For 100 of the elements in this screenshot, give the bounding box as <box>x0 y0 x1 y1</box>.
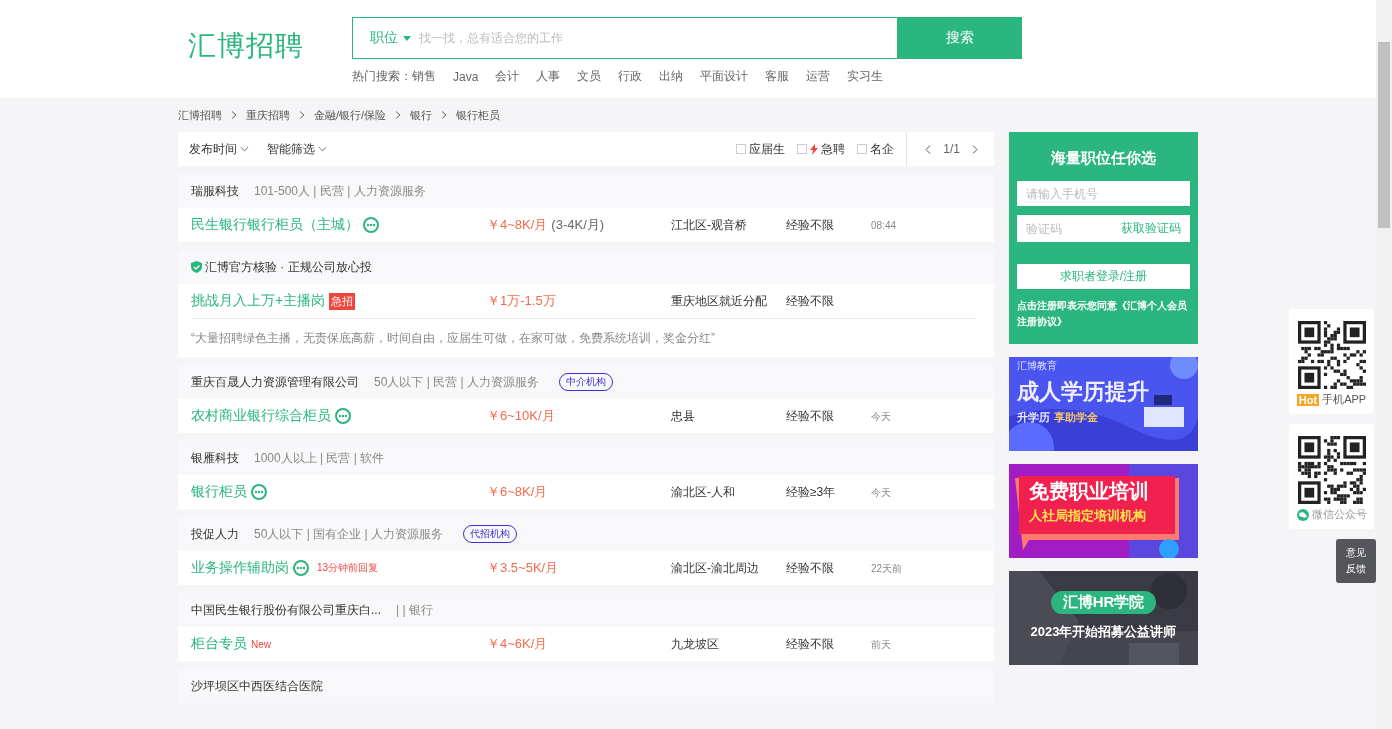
salary-note: (3-4K/月) <box>551 217 605 232</box>
company-info: 101-500人 | 民营 | 人力资源服务 <box>254 182 426 200</box>
company-info: 50人以下 | 民营 | 人力资源服务 <box>374 373 539 391</box>
page-indicator: 1/1 <box>943 142 960 156</box>
job-quote: “大量招聘绿色主播，无责保底高薪，时间自由，应届生可做，在家可做，免费系统培训，奖金分红” <box>191 330 716 347</box>
company-name[interactable]: 瑞服科技 <box>191 182 239 200</box>
experience: 经验不限 <box>786 293 834 308</box>
education-banner[interactable]: 汇博教育 成人学历提升 升学历 享助学金 <box>1009 357 1198 451</box>
chevron-icon <box>441 111 448 119</box>
hot-search-link[interactable]: 文员 <box>577 68 602 85</box>
experience: 经验不限 <box>786 408 834 423</box>
post-time: 今天 <box>871 410 891 422</box>
breadcrumb-link[interactable]: 汇博招聘 <box>178 107 222 123</box>
experience: 经验不限 <box>786 636 834 651</box>
next-page-icon[interactable] <box>972 144 978 154</box>
banner-headline: 成人学历提升 <box>1017 378 1150 406</box>
job-row[interactable]: 柜台专员 New ￥4~6K/月 九龙坡区 经验不限 前天 <box>178 627 994 661</box>
hot-search-link[interactable]: Java <box>453 69 479 84</box>
post-time: 08:44 <box>871 220 897 231</box>
job-row[interactable]: 农村商业银行综合柜员 ￥6~10K/月 忠县 经验不限 今天 <box>178 399 994 433</box>
verified-note: 汇博官方核验 · 正规公司放心投 <box>205 258 372 276</box>
post-time: 22天前 <box>871 562 903 574</box>
breadcrumb-link[interactable]: 重庆招聘 <box>246 107 290 123</box>
experience: 经验不限 <box>786 560 834 575</box>
caret-icon <box>318 146 327 152</box>
checkbox-label[interactable]: 应届生 <box>749 140 786 158</box>
qr-code <box>1297 321 1366 389</box>
checkbox[interactable] <box>857 144 868 154</box>
chevron-icon <box>395 111 402 119</box>
job-location: 江北区-观音桥 <box>671 217 747 232</box>
job-row[interactable]: 民生银行银行柜员（主城） ￥4~8K/月 (3-4K/月) 江北区-观音桥 经验不限 08:44 <box>178 208 994 242</box>
caret-icon <box>403 35 411 41</box>
experience: 经验≥3年 <box>786 484 836 499</box>
chat-icon[interactable] <box>293 560 309 576</box>
urgent-badge: 急招 <box>329 292 356 310</box>
experience: 经验不限 <box>786 217 834 232</box>
filter-dropdown[interactable]: 智能筛选 <box>267 140 327 158</box>
login-title: 海量职位任你选 <box>1050 149 1157 168</box>
qr-code <box>1297 436 1366 504</box>
company-name[interactable]: 银雁科技 <box>191 449 239 467</box>
company-info: 50人以下 | 国有企业 | 人力资源服务 <box>254 525 443 543</box>
chat-bubbles-icon <box>1296 508 1309 521</box>
banner-subtitle: 2023年开始招募公益讲师 <box>1030 623 1177 641</box>
chat-icon[interactable] <box>363 217 379 233</box>
job-row[interactable]: 银行柜员 ￥6~8K/月 渝北区-人和 经验≥3年 今天 <box>178 475 994 509</box>
job-row[interactable]: 业务操作辅助岗 13分钟前回复 ￥3.5~5K/月 渝北区-渝北周边 经验不限 22天前 <box>178 551 994 585</box>
hot-search-link[interactable]: 客服 <box>765 68 790 85</box>
qr-label: 微信公众号 <box>1311 507 1367 522</box>
company-info: 1000人以上 | 民营 | 软件 <box>254 449 385 467</box>
feedback-button[interactable]: 意见反馈 <box>1336 539 1376 583</box>
phone-field[interactable]: 请输入手机号 <box>1017 181 1190 206</box>
chat-icon[interactable] <box>335 408 351 424</box>
banner-headline: 汇博HR学院 <box>1050 591 1157 614</box>
job-location: 忠县 <box>671 408 695 423</box>
job-location: 重庆地区就近分配 <box>671 293 767 308</box>
salary: ￥6~10K/月 <box>487 408 555 423</box>
hot-search-link[interactable]: 销售 <box>412 68 436 85</box>
new-label: New <box>251 638 271 650</box>
shield-icon <box>191 261 202 273</box>
academy-banner[interactable]: 汇博HR学院 2023年开始招募公益讲师 <box>1009 571 1198 665</box>
hot-search-link[interactable]: 平面设计 <box>700 68 749 85</box>
banner-tag: 汇博教育 <box>1017 359 1190 373</box>
checkbox-label[interactable]: 急聘 <box>821 140 846 158</box>
banner-subtitle: 享助学金 <box>1054 410 1098 425</box>
breadcrumb-link[interactable]: 银行柜员 <box>456 107 501 123</box>
post-time: 今天 <box>871 486 891 498</box>
filter-dropdown[interactable]: 发布时间 <box>189 140 249 158</box>
chat-icon[interactable] <box>251 484 267 500</box>
previous-page-icon[interactable] <box>925 144 932 154</box>
post-time: 前天 <box>871 638 891 650</box>
checkbox[interactable] <box>797 144 808 154</box>
salary: ￥3.5~5K/月 <box>487 560 559 575</box>
company-name[interactable]: 重庆百晟人力资源管理有限公司 <box>191 373 359 391</box>
company-name[interactable]: 沙坪坝区中西医结合医院 <box>191 677 323 695</box>
hot-search-link[interactable]: 出纳 <box>659 68 684 85</box>
company-name[interactable]: 投促人力 <box>191 525 239 543</box>
chevron-icon <box>231 111 237 119</box>
reply-time: 13分钟前回复 <box>317 561 379 575</box>
checkbox-label[interactable]: 名企 <box>870 140 895 158</box>
training-banner[interactable]: 免费职业培训 人社局指定培训机构 <box>1009 464 1198 558</box>
hot-search-link[interactable]: 运营 <box>806 68 831 85</box>
caret-icon <box>240 146 249 152</box>
breadcrumb-link[interactable]: 银行 <box>410 107 433 123</box>
banner-subtitle: 升学历 <box>1017 410 1050 425</box>
hot-search-link[interactable]: 会计 <box>495 68 520 85</box>
hot-search-link[interactable]: 实习生 <box>847 68 884 85</box>
checkbox[interactable] <box>736 144 747 154</box>
breadcrumb-link[interactable]: 金融/银行/保险 <box>314 107 387 123</box>
promo-card[interactable]: 挑战月入上万+主播岗 急招 ￥1万-1.5万 重庆地区就近分配 经验不限 “大量招聘绿色主播，无责保底高薪，时间自由，应届生可做，在家可做，免费系统培训，奖金分红” <box>178 284 994 357</box>
salary: ￥1万-1.5万 <box>487 293 556 308</box>
hot-search-label: 热门搜索： <box>352 68 412 85</box>
chevron-icon <box>299 111 305 119</box>
company-name[interactable]: 中国民生银行股份有限公司重庆白... <box>191 601 381 619</box>
company-info: | | 银行 <box>396 601 433 619</box>
scrollbar[interactable] <box>1376 0 1392 729</box>
salary: ￥4~8K/月 <box>487 217 548 232</box>
job-location: 九龙坡区 <box>671 636 719 651</box>
hot-search-link[interactable]: 人事 <box>536 68 561 85</box>
hot-search-link[interactable]: 行政 <box>618 68 643 85</box>
job-location: 渝北区-人和 <box>671 484 735 499</box>
